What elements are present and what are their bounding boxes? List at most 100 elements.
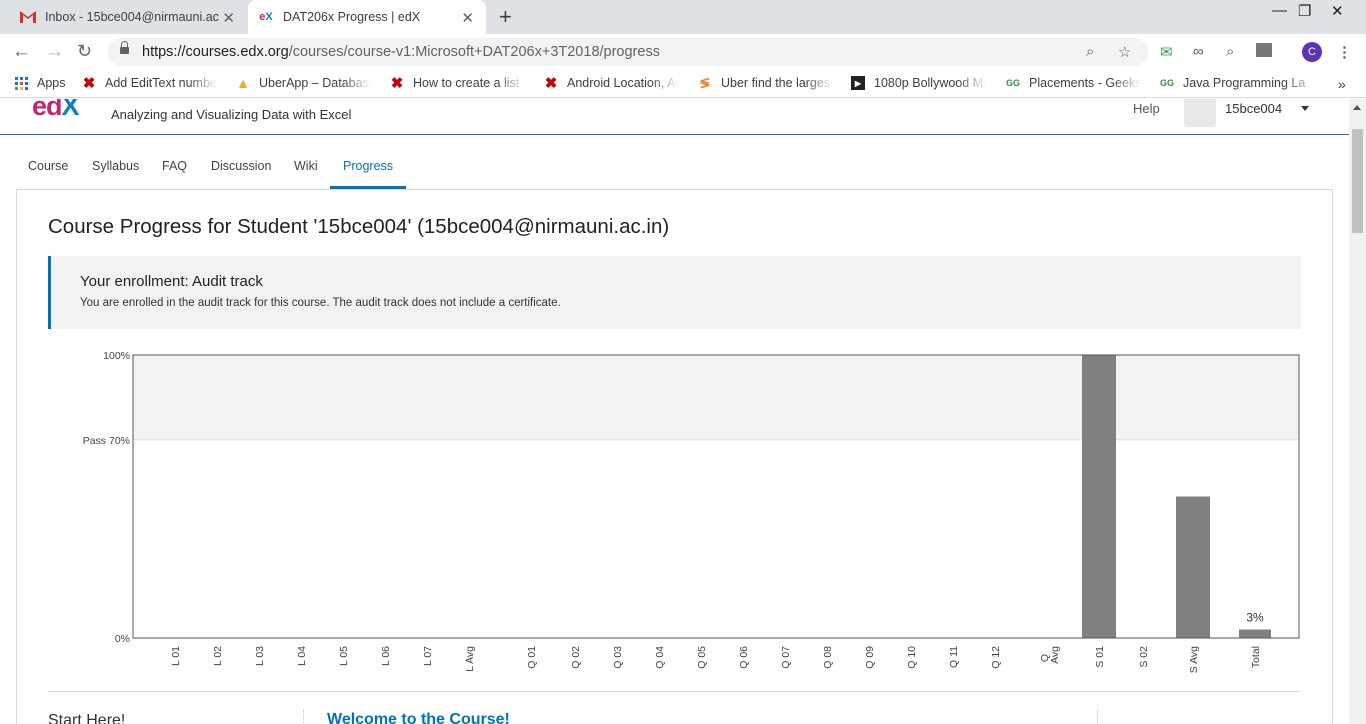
browser-tab-edx-progress[interactable]: eX DAT206x Progress | edX ✕	[248, 0, 486, 34]
bookmarks-bar: Apps ✖ Add EditText number ▲ UberApp – D…	[0, 70, 1366, 98]
data-label-total: 3%	[1246, 611, 1264, 625]
window-close-icon[interactable]: ✕	[1331, 2, 1344, 20]
tab-wiki[interactable]: Wiki	[294, 159, 318, 189]
browser-tab-inbox[interactable]: Inbox - 15bce004@nirmauni.ac.in ✕	[12, 0, 247, 34]
help-link[interactable]: Help	[1133, 101, 1160, 116]
back-arrow-icon[interactable]: ←	[12, 41, 31, 63]
bookmark-label: 1080p Bollywood Mo	[874, 76, 986, 90]
x-tick-text: Q 12	[990, 646, 1002, 669]
bookmark-java-programming[interactable]: GG Java Programming La	[1160, 76, 1318, 90]
x-tick-text: L Avg	[464, 646, 476, 672]
bookmark-icon: ≶	[699, 75, 711, 90]
x-tick-label: QAvg	[1039, 646, 1061, 664]
edx-icon: eX	[259, 11, 273, 23]
x-tick-text: L 04	[296, 646, 308, 666]
x-tick-label: L 07	[422, 646, 434, 666]
bar-total	[1239, 629, 1271, 638]
bookmark-create-list[interactable]: ✖ How to create a list a	[390, 75, 525, 92]
x-icon: ✖	[390, 75, 404, 92]
edx-logo[interactable]: edX	[32, 99, 80, 122]
start-here-heading: Start Here!	[48, 712, 126, 724]
forward-arrow-icon[interactable]: →	[45, 41, 64, 63]
bookmark-star-icon[interactable]: ☆	[1118, 43, 1131, 61]
extension-binoculars-icon[interactable]: ∞	[1193, 43, 1204, 60]
tab-syllabus[interactable]: Syllabus	[92, 159, 139, 189]
user-avatar[interactable]	[1184, 99, 1216, 127]
more-bookmarks-icon[interactable]: »	[1338, 76, 1346, 92]
progress-content: Course Progress for Student '15bce004' (…	[16, 189, 1333, 724]
menu-kebab-icon[interactable]: ⋮	[1337, 43, 1352, 61]
bookmark-label: Java Programming La	[1183, 76, 1306, 90]
x-tick-label: Q 11	[948, 646, 960, 668]
close-tab-icon[interactable]: ✕	[222, 9, 235, 27]
x-tick-text: Q 08	[822, 646, 834, 669]
x-tick-text: L 03	[254, 646, 266, 666]
extension-mail-icon[interactable]: ✉	[1160, 43, 1173, 61]
x-tick-label: S 01	[1094, 646, 1106, 668]
bookmark-add-edittext[interactable]: ✖ Add EditText number	[82, 75, 217, 92]
bookmark-label: How to create a list a	[413, 76, 525, 90]
pass-band	[133, 355, 1299, 440]
gfg-icon: GG	[1006, 78, 1021, 88]
new-tab-icon[interactable]: +	[499, 4, 512, 30]
firebase-icon: ▲	[236, 75, 250, 91]
course-title: Analyzing and Visualizing Data with Exce…	[111, 107, 352, 122]
bookmark-uber-largest[interactable]: ≶ Uber find the largest	[698, 75, 833, 90]
tab-faq[interactable]: FAQ	[162, 159, 187, 189]
bookmark-uberapp[interactable]: ▲ UberApp – Database	[236, 75, 371, 91]
x-tick-text: Q 06	[738, 646, 750, 669]
restore-icon[interactable]: ❐	[1298, 2, 1311, 20]
bookmark-label: Placements - Geeksfo	[1029, 76, 1141, 90]
bookmark-label: Apps	[37, 76, 66, 90]
x-tick-text: Q 04	[654, 646, 666, 669]
x-tick-label: Q 03	[612, 646, 624, 669]
tab-title: DAT206x Progress | edX	[283, 10, 421, 24]
column-separator	[303, 710, 304, 724]
x-tick-label: L Avg	[464, 646, 476, 672]
bookmark-placements[interactable]: GG Placements - Geeksfo	[1006, 76, 1141, 90]
zoom-search-icon[interactable]: ⌕	[1086, 43, 1094, 60]
x-tick-text: Q 09	[864, 646, 876, 669]
bookmark-apps[interactable]: Apps	[14, 76, 66, 90]
browser-tab-bar: Inbox - 15bce004@nirmauni.ac.in ✕ eX DAT…	[0, 0, 1366, 34]
x-tick-text: S Avg	[1188, 646, 1200, 673]
x-tick-text: Avg	[1049, 646, 1061, 664]
profile-avatar[interactable]: C	[1302, 42, 1322, 62]
bookmark-label: UberApp – Database	[259, 76, 371, 90]
x-tick-label: Q 08	[822, 646, 834, 669]
bookmark-label: Uber find the largest	[721, 76, 833, 90]
tab-progress[interactable]: Progress	[330, 159, 407, 189]
page-scrollbar[interactable]	[1349, 99, 1366, 724]
extension-search-icon[interactable]: ⌕	[1226, 43, 1234, 60]
bookmark-bollywood[interactable]: ▶ 1080p Bollywood Mo	[851, 76, 986, 90]
x-tick-label: Q 06	[738, 646, 750, 669]
x-tick-text: S 02	[1138, 646, 1150, 668]
x-tick-label: Total	[1250, 646, 1262, 668]
x-tick-text: S 01	[1094, 646, 1106, 668]
welcome-link[interactable]: Welcome to the Course!	[327, 711, 510, 724]
scroll-thumb[interactable]	[1352, 129, 1363, 233]
x-tick-label: S 02	[1138, 646, 1150, 668]
y-tick-label: Pass 70%	[83, 435, 130, 447]
address-bar[interactable]: https://courses.edx.org/courses/course-v…	[108, 38, 1148, 66]
x-tick-label: Q 04	[654, 646, 666, 669]
username[interactable]: 15bce004	[1225, 101, 1282, 116]
close-tab-icon[interactable]: ✕	[461, 9, 474, 27]
user-menu-caret-icon[interactable]	[1301, 106, 1309, 111]
enrollment-notice: Your enrollment: Audit track You are enr…	[48, 256, 1301, 329]
scroll-up-icon[interactable]	[1353, 105, 1361, 110]
x-tick-text: L 05	[338, 646, 350, 666]
apps-grid-icon	[14, 76, 28, 90]
extension-box-icon[interactable]	[1256, 43, 1272, 57]
tab-course[interactable]: Course	[28, 159, 68, 189]
x-tick-text: L 06	[380, 646, 392, 666]
minimize-icon[interactable]: —	[1272, 2, 1287, 19]
x-tick-text: Q 02	[570, 646, 582, 669]
reload-icon[interactable]: ↻	[77, 41, 92, 62]
x-tick-label: L 06	[380, 646, 392, 666]
x-tick-text: Q 07	[780, 646, 792, 669]
bookmark-android-location[interactable]: ✖ Android Location, Ad	[544, 75, 679, 92]
x-tick-label: L 03	[254, 646, 266, 666]
x-tick-label: Q 02	[570, 646, 582, 669]
tab-discussion[interactable]: Discussion	[211, 159, 271, 189]
